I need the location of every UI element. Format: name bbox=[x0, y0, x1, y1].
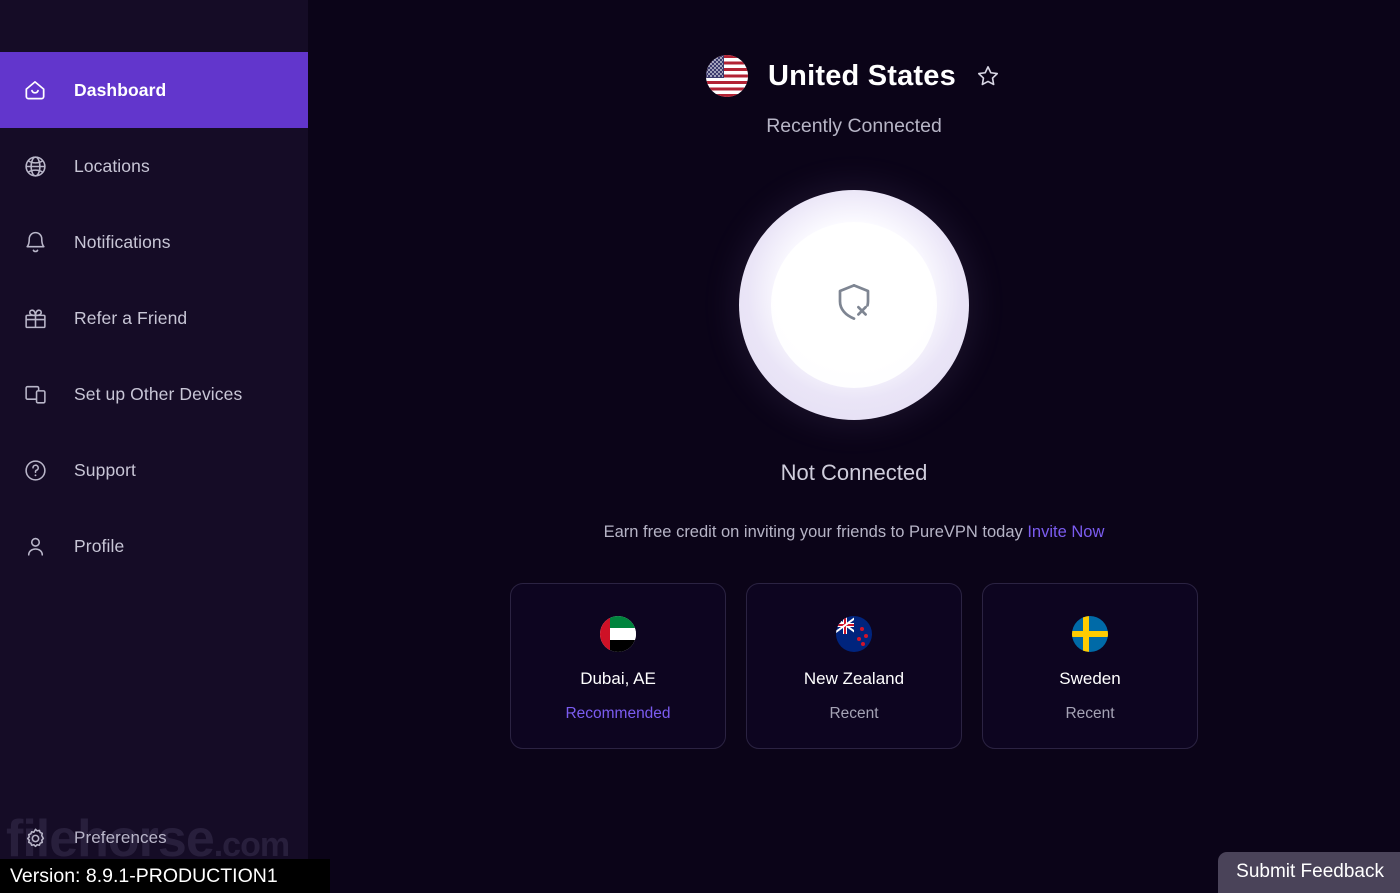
sidebar-item-label: Notifications bbox=[74, 231, 171, 252]
gear-icon bbox=[18, 821, 52, 855]
sidebar-item-label: Locations bbox=[74, 155, 150, 176]
sidebar-item-dashboard[interactable]: Dashboard bbox=[0, 52, 308, 128]
sidebar-item-label: Profile bbox=[74, 535, 125, 556]
current-location-header: United States bbox=[706, 55, 1002, 97]
main-content: United States Recently Connected Not Con… bbox=[308, 0, 1400, 893]
sidebar-item-support[interactable]: Support bbox=[0, 432, 308, 508]
home-icon bbox=[18, 73, 52, 107]
sidebar: Dashboard Locations Notifications Refer … bbox=[0, 0, 330, 893]
help-icon bbox=[18, 453, 52, 487]
sidebar-item-preferences[interactable]: Preferences bbox=[18, 821, 167, 855]
star-icon[interactable] bbox=[974, 62, 1002, 90]
version-label: Version: 8.9.1-PRODUCTION1 bbox=[0, 859, 330, 893]
submit-feedback-button[interactable]: Submit Feedback bbox=[1218, 852, 1400, 893]
sidebar-item-profile[interactable]: Profile bbox=[0, 508, 308, 584]
page-title: United States bbox=[768, 59, 956, 92]
location-card[interactable]: New Zealand Recent bbox=[746, 583, 962, 749]
location-card-name: Sweden bbox=[1059, 669, 1121, 688]
bell-icon bbox=[18, 225, 52, 259]
connection-status: Not Connected bbox=[780, 460, 928, 485]
quick-locations: Dubai, AE Recommended New Zealand Recent… bbox=[510, 583, 1198, 749]
location-card-tag: Recent bbox=[829, 705, 879, 722]
location-card-name: Dubai, AE bbox=[580, 669, 656, 688]
invite-banner: Earn free credit on inviting your friend… bbox=[604, 523, 1105, 542]
location-card[interactable]: Sweden Recent bbox=[982, 583, 1198, 749]
sidebar-item-notifications[interactable]: Notifications bbox=[0, 204, 308, 280]
sidebar-item-locations[interactable]: Locations bbox=[0, 128, 308, 204]
location-card[interactable]: Dubai, AE Recommended bbox=[510, 583, 726, 749]
sidebar-item-set-up-other-devices[interactable]: Set up Other Devices bbox=[0, 356, 308, 432]
globe-icon bbox=[18, 149, 52, 183]
sidebar-item-refer-a-friend[interactable]: Refer a Friend bbox=[0, 280, 308, 356]
preferences-label: Preferences bbox=[74, 828, 167, 847]
location-card-name: New Zealand bbox=[803, 669, 905, 688]
location-card-tag: Recent bbox=[1065, 705, 1115, 722]
sidebar-item-label: Set up Other Devices bbox=[74, 383, 243, 404]
gift-icon bbox=[18, 301, 52, 335]
sidebar-item-label: Support bbox=[74, 459, 136, 480]
us-flag-icon bbox=[706, 55, 749, 97]
app-window: Dashboard Locations Notifications Refer … bbox=[0, 0, 1400, 893]
ae-flag-icon bbox=[600, 616, 636, 652]
nz-flag-icon bbox=[836, 616, 872, 652]
invite-text: Earn free credit on inviting your friend… bbox=[603, 523, 1023, 541]
connect-inner bbox=[771, 222, 937, 388]
sidebar-item-label: Refer a Friend bbox=[74, 307, 188, 328]
shield-off-icon bbox=[830, 279, 878, 332]
devices-icon bbox=[18, 377, 52, 411]
connection-subtitle: Recently Connected bbox=[766, 115, 942, 137]
user-icon bbox=[18, 529, 52, 563]
sidebar-item-label: Dashboard bbox=[74, 79, 167, 100]
invite-now-link[interactable]: Invite Now bbox=[1027, 523, 1104, 541]
location-card-tag: Recommended bbox=[565, 705, 671, 722]
se-flag-icon bbox=[1072, 616, 1108, 652]
sidebar-nav: Dashboard Locations Notifications Refer … bbox=[0, 52, 308, 584]
connect-button[interactable] bbox=[739, 190, 969, 420]
